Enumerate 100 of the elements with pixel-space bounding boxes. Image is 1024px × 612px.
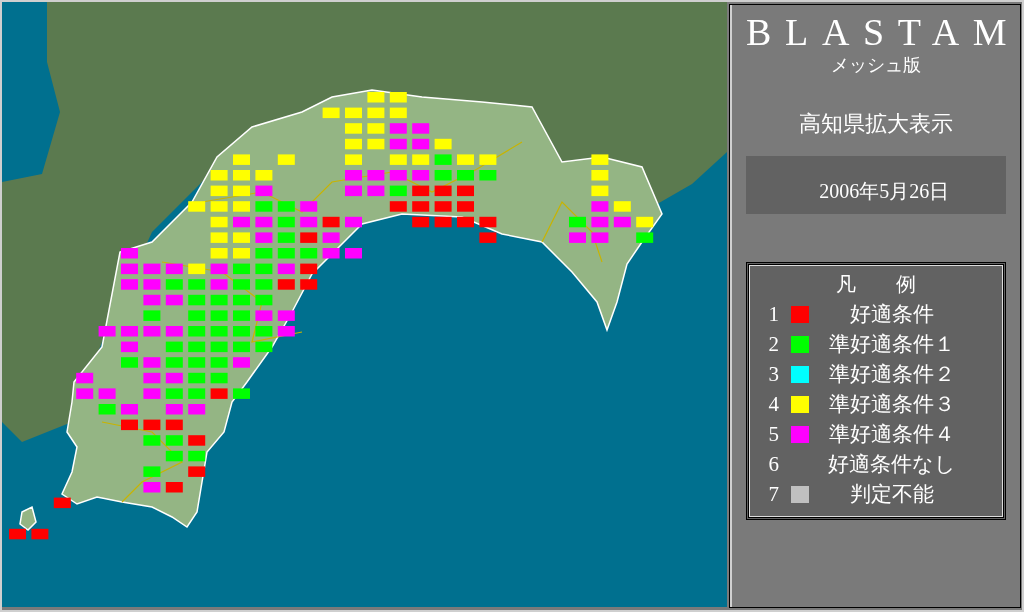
- mesh-cell: [479, 154, 497, 165]
- mesh-cell: [210, 326, 228, 337]
- mesh-cell: [143, 466, 161, 477]
- legend-number: 7: [767, 481, 779, 508]
- mesh-cell: [121, 326, 138, 337]
- mesh-cell: [9, 528, 26, 540]
- mesh-cell: [210, 294, 228, 306]
- legend-number: 4: [767, 391, 779, 418]
- date-text: 2006年5月26日: [818, 179, 950, 204]
- mesh-cell: [479, 232, 497, 243]
- legend-label: 準好適条件２: [828, 361, 956, 388]
- mesh-cell: [255, 310, 273, 321]
- mesh-cell: [165, 404, 183, 415]
- mesh-cell: [165, 357, 183, 368]
- mesh-cell: [367, 92, 385, 103]
- mesh-cell: [569, 232, 586, 243]
- legend-label: 準好適条件３: [828, 391, 956, 418]
- mesh-cell: [255, 185, 273, 197]
- mesh-cell: [277, 216, 295, 228]
- mesh-cell: [255, 216, 273, 228]
- mesh-cell: [613, 216, 631, 228]
- legend-number: 1: [767, 301, 779, 328]
- mesh-cell: [143, 388, 161, 399]
- mesh-cell: [345, 123, 362, 134]
- mesh-cell: [457, 216, 474, 228]
- mesh-cell: [188, 310, 206, 321]
- mesh-cell: [412, 123, 430, 134]
- mesh-cell: [76, 372, 94, 384]
- mesh-cell: [188, 388, 206, 399]
- mesh-cell: [389, 123, 407, 134]
- mesh-cell: [143, 357, 161, 368]
- mesh-cell: [255, 201, 273, 212]
- mesh-cell: [121, 419, 138, 431]
- mesh-cell: [233, 357, 250, 368]
- app-title: BLASTAM: [745, 11, 1021, 53]
- mesh-cell: [98, 326, 116, 337]
- mesh-cell: [188, 372, 206, 384]
- mesh-cell: [31, 528, 49, 540]
- mesh-cell: [277, 248, 295, 259]
- mesh-cell: [277, 263, 295, 275]
- mesh-cell: [367, 170, 385, 181]
- mesh-cell: [233, 232, 250, 243]
- legend-label: 好適条件なし: [827, 451, 957, 478]
- mesh-cell: [188, 357, 206, 368]
- mesh-cell: [210, 341, 228, 353]
- mesh-cell: [121, 248, 138, 259]
- mesh-cell: [613, 201, 631, 212]
- mesh-cell: [165, 326, 183, 337]
- mesh-cell: [367, 107, 385, 119]
- island-drawing: [19, 505, 37, 531]
- legend-label: 準好適条件４: [828, 421, 956, 448]
- legend-number: 6: [767, 451, 779, 478]
- mesh-cell: [210, 279, 228, 290]
- mesh-cell: [300, 216, 318, 228]
- mesh-cell: [121, 341, 138, 353]
- mesh-cell: [367, 138, 385, 150]
- mesh-cell: [210, 170, 228, 181]
- mesh-cell: [188, 435, 206, 446]
- mesh-cell: [345, 138, 362, 150]
- mesh-cell: [412, 138, 430, 150]
- mesh-cell: [165, 419, 183, 431]
- mesh-cell: [591, 170, 609, 181]
- mesh-cell: [277, 154, 295, 165]
- mesh-cell: [255, 294, 273, 306]
- mesh-cell: [322, 232, 340, 243]
- mesh-cell: [434, 216, 452, 228]
- mesh-cell: [233, 201, 250, 212]
- mesh-cell: [412, 201, 430, 212]
- mesh-cell: [233, 310, 250, 321]
- mesh-cell: [76, 388, 94, 399]
- mesh-cell: [165, 450, 183, 462]
- mesh-cell: [389, 154, 407, 165]
- mesh-cell: [210, 388, 228, 399]
- mesh-cell: [188, 404, 206, 415]
- mesh-cell: [434, 154, 452, 165]
- mesh-cell: [277, 279, 295, 290]
- mesh-cell: [143, 263, 161, 275]
- mesh-cell: [457, 185, 474, 197]
- mesh-cell: [345, 154, 362, 165]
- mesh-cell: [412, 216, 430, 228]
- mesh-cell: [188, 466, 206, 477]
- mesh-cell: [143, 482, 161, 493]
- mesh-cell: [210, 263, 228, 275]
- legend-label: 好適条件: [849, 301, 935, 328]
- mesh-cell: [165, 279, 183, 290]
- mesh-cell: [143, 326, 161, 337]
- mesh-cell: [389, 107, 407, 119]
- mesh-cell: [255, 263, 273, 275]
- mesh-cell: [233, 294, 250, 306]
- mesh-cell: [389, 201, 407, 212]
- mesh-cell: [367, 185, 385, 197]
- mesh-cell: [389, 170, 407, 181]
- mesh-cell: [434, 138, 452, 150]
- mesh-cell: [345, 216, 362, 228]
- mesh-cell: [569, 216, 586, 228]
- mesh-cell: [412, 154, 430, 165]
- mesh-cell: [457, 154, 474, 165]
- mesh-cell: [233, 326, 250, 337]
- mesh-cell: [300, 279, 318, 290]
- mesh-cell: [345, 170, 362, 181]
